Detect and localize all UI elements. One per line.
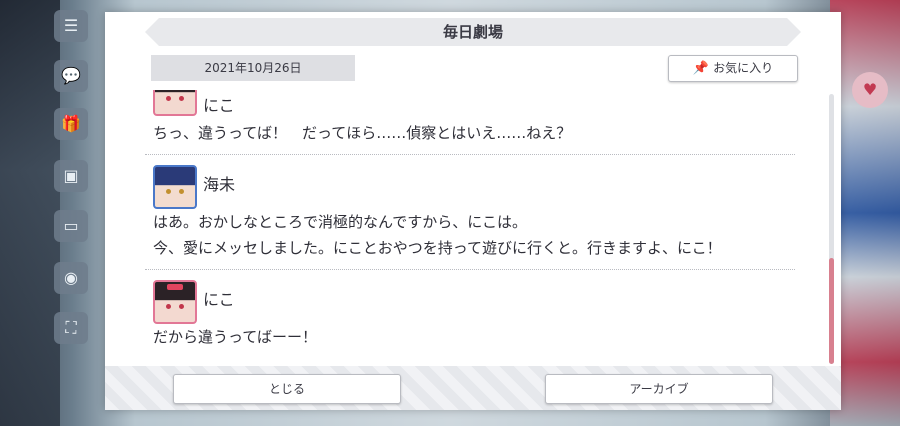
archive-button[interactable]: アーカイブ [545,374,773,404]
umi-avatar [153,165,197,209]
favorite-button[interactable]: 📌 お気に入り [668,55,798,82]
notification-icon[interactable]: ♥ [852,72,888,108]
scrollbar-thumb[interactable] [829,258,834,364]
divider [145,269,795,270]
screen-icon[interactable]: ▭ [54,210,88,242]
present-box-icon[interactable]: ▣ [54,160,88,192]
scrollbar[interactable] [829,94,834,364]
dialog-footer: とじる アーカイブ [105,366,841,410]
dialog-log[interactable]: にこ ちっ、違うってば！ だってほら……偵察とはいえ……ねえ？ 海未 はあ。おか… [145,90,805,368]
speaker-name: 海未 [203,175,236,194]
chat-icon[interactable]: 💬 [54,60,88,92]
nico-avatar [153,90,197,116]
menu-icon[interactable]: ☰ [54,10,88,42]
pin-icon: 📌 [692,61,710,76]
dialog-entry: にこ ちっ、違うってば！ だってほら……偵察とはいえ……ねえ？ [145,90,805,155]
background-left-panel [0,0,60,426]
date-label: 2021年10月26日 [151,55,355,81]
gift-shop-icon[interactable]: 🎁 [54,108,88,140]
camera-icon[interactable]: ◉ [54,262,88,294]
dialog-line: だから違うってばーー！ [153,328,317,346]
favorite-label: お気に入り [713,61,774,75]
dialog-line: はあ。おかしなところで消極的なんですから、にこは。 [153,213,527,231]
divider [145,154,795,155]
close-button[interactable]: とじる [173,374,401,404]
dialog-title: 毎日劇場 [442,23,503,41]
speaker-name: にこ [203,96,235,115]
nico-avatar [153,280,197,324]
speaker-name: にこ [203,290,235,309]
dialog-title-bar: 毎日劇場 [145,18,801,46]
fullscreen-icon[interactable]: ⛶ [54,312,88,344]
dialog-entry: 海未 はあ。おかしなところで消極的なんですから、にこは。 今、愛にメッセしました… [145,165,805,270]
dialog-entry: にこ だから違うってばーー！ [145,280,805,350]
dialog-line: ちっ、違うってば！ だってほら……偵察とはいえ……ねえ？ [153,124,572,142]
dialog-line: 今、愛にメッセしました。にことおやつを持って遊びに行くと。行きますよ、にこ！ [153,239,722,257]
daily-theater-dialog: 毎日劇場 2021年10月26日 📌 お気に入り にこ ちっ、違うってば！ だって… [105,12,841,410]
